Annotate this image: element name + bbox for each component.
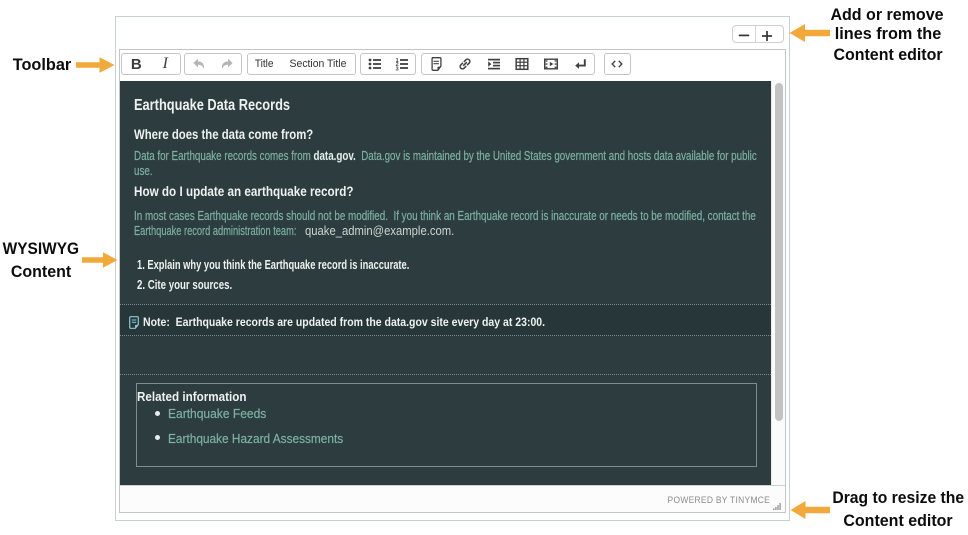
svg-text:3: 3 [395, 66, 398, 72]
